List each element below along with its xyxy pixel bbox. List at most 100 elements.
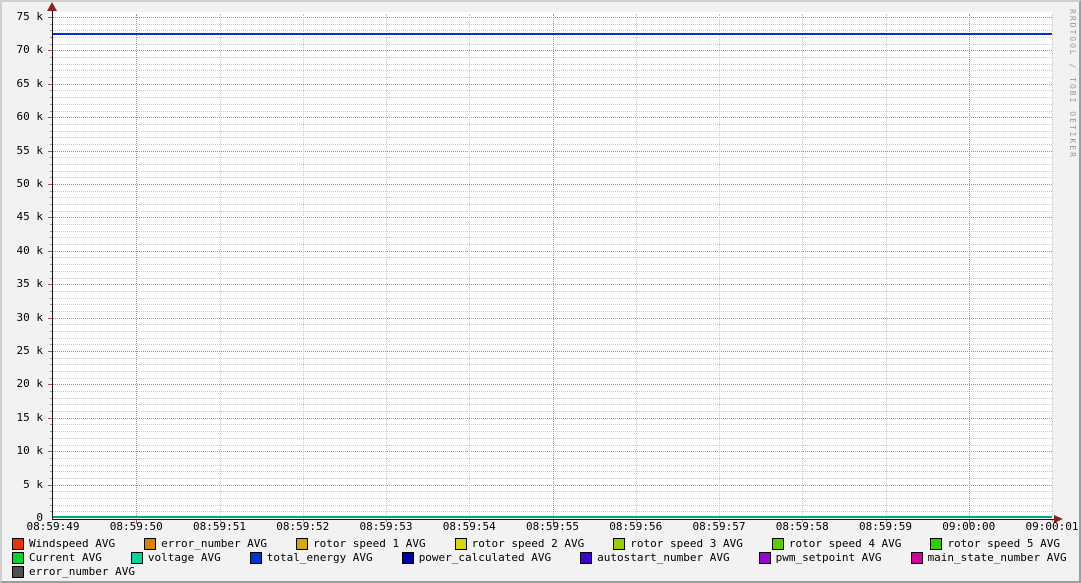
legend-label: pwm_setpoint AVG xyxy=(775,551,882,564)
y-tick xyxy=(50,90,52,92)
y-tick xyxy=(50,324,52,326)
legend-swatch xyxy=(12,538,24,550)
legend-label: autostart_number AVG xyxy=(597,551,730,564)
y-tick xyxy=(50,471,52,473)
y-tick xyxy=(50,431,52,433)
y-tick xyxy=(50,163,52,165)
x-tick-label: 09:00:01 xyxy=(1025,520,1079,533)
y-tick xyxy=(50,297,52,299)
y-tick xyxy=(50,224,52,226)
x-tick-label: 08:59:58 xyxy=(775,520,829,533)
legend-item: error_number AVG xyxy=(144,537,267,551)
gridline-minor-v xyxy=(386,14,387,518)
legend-swatch xyxy=(296,538,309,550)
y-tick xyxy=(48,250,52,252)
legend-label: rotor speed 4 AVG xyxy=(788,537,902,550)
y-tick xyxy=(50,464,52,466)
y-tick xyxy=(50,63,52,65)
x-tick-label: 08:59:50 xyxy=(109,520,163,533)
y-tick xyxy=(50,497,52,499)
legend-label: error_number AVG xyxy=(29,565,135,578)
y-tick xyxy=(50,103,52,105)
gridline-minor-v xyxy=(885,14,887,518)
y-tick xyxy=(50,197,52,199)
legend-label: main_state_number AVG xyxy=(927,551,1067,564)
gridline-major-v xyxy=(968,14,970,518)
legend-swatch xyxy=(401,552,414,564)
legend-swatch xyxy=(12,552,24,564)
legend-swatch xyxy=(758,552,771,564)
y-tick xyxy=(50,437,52,439)
legend-label: rotor speed 5 AVG xyxy=(947,537,1061,550)
legend-label: Windspeed AVG xyxy=(29,537,116,550)
y-tick xyxy=(50,277,52,279)
legend-swatch xyxy=(12,566,24,578)
y-tick xyxy=(50,210,52,212)
y-tick-label: 25 k xyxy=(16,344,44,357)
y-tick xyxy=(50,123,52,125)
y-tick-label: 30 k xyxy=(16,310,44,324)
y-tick xyxy=(50,257,52,259)
y-tick xyxy=(50,457,52,459)
y-tick xyxy=(48,284,52,286)
y-tick xyxy=(48,184,52,185)
x-tick-label: 08:59:54 xyxy=(442,520,496,533)
legend-item: voltage AVG xyxy=(130,551,221,565)
legend-swatch xyxy=(613,538,626,550)
y-axis xyxy=(52,8,53,519)
y-tick xyxy=(50,511,52,513)
legend-item: rotor speed 4 AVG xyxy=(771,537,902,551)
y-tick xyxy=(48,484,52,486)
y-tick xyxy=(50,137,52,139)
watermark: RRDTOOL / TOBI OETIKER xyxy=(1068,9,1077,159)
legend-swatch xyxy=(910,552,923,564)
y-tick xyxy=(48,451,52,453)
legend-item: main_state_number AVG xyxy=(910,551,1067,565)
x-tick-label: 09:00:00 xyxy=(942,520,996,533)
y-tick xyxy=(50,364,52,366)
y-tick xyxy=(50,204,52,206)
x-tick-label: 08:59:53 xyxy=(359,520,413,533)
y-tick xyxy=(50,244,52,246)
y-tick xyxy=(50,143,52,145)
y-tick xyxy=(50,344,52,346)
legend-item: rotor speed 1 AVG xyxy=(296,537,426,551)
y-tick xyxy=(50,377,52,379)
y-tick-label: 50 k xyxy=(16,177,44,190)
y-tick-label: 70 k xyxy=(16,43,44,57)
y-tick xyxy=(50,491,52,493)
y-tick xyxy=(50,30,52,32)
legend-item: rotor speed 2 AVG xyxy=(454,537,584,551)
y-tick xyxy=(48,351,52,352)
y-tick xyxy=(50,371,52,373)
legend-label: total_energy AVG xyxy=(266,551,373,564)
legend-item: total_energy AVG xyxy=(249,551,373,565)
x-tick-label: 08:59:52 xyxy=(276,520,330,533)
y-tick xyxy=(50,404,52,406)
rrdtool-graph: 05 k 10 k 15 k 20 k 25 k 30 k 35 k 40 k 45 k 50 k… xyxy=(0,0,1081,583)
y-tick xyxy=(50,264,52,266)
legend-swatch xyxy=(580,552,593,564)
y-tick-label: 45 k xyxy=(16,210,44,224)
gridline-minor-v xyxy=(719,14,720,518)
y-tick xyxy=(50,23,52,25)
legend-item: rotor speed 5 AVG xyxy=(930,537,1060,551)
y-tick xyxy=(50,70,52,72)
y-tick xyxy=(50,57,52,59)
y-tick xyxy=(48,17,52,18)
legend-item: Windspeed AVG xyxy=(12,537,115,551)
y-tick-label: 75 k xyxy=(16,10,44,23)
gridline-minor-v xyxy=(469,14,471,518)
legend-label: power_calculated AVG xyxy=(418,551,552,564)
x-tick-label: 08:59:56 xyxy=(609,520,663,533)
legend-swatch xyxy=(130,552,143,564)
y-tick xyxy=(50,391,52,393)
y-tick xyxy=(48,317,52,319)
y-tick-label: 65 k xyxy=(16,76,44,90)
gridline-minor-v xyxy=(302,14,304,518)
y-tick xyxy=(50,170,52,172)
y-tick xyxy=(50,130,52,132)
legend-label: error_number AVG xyxy=(161,537,268,550)
y-tick xyxy=(50,37,52,39)
series-line-zero-baseline-all-other-series- xyxy=(53,516,1052,518)
